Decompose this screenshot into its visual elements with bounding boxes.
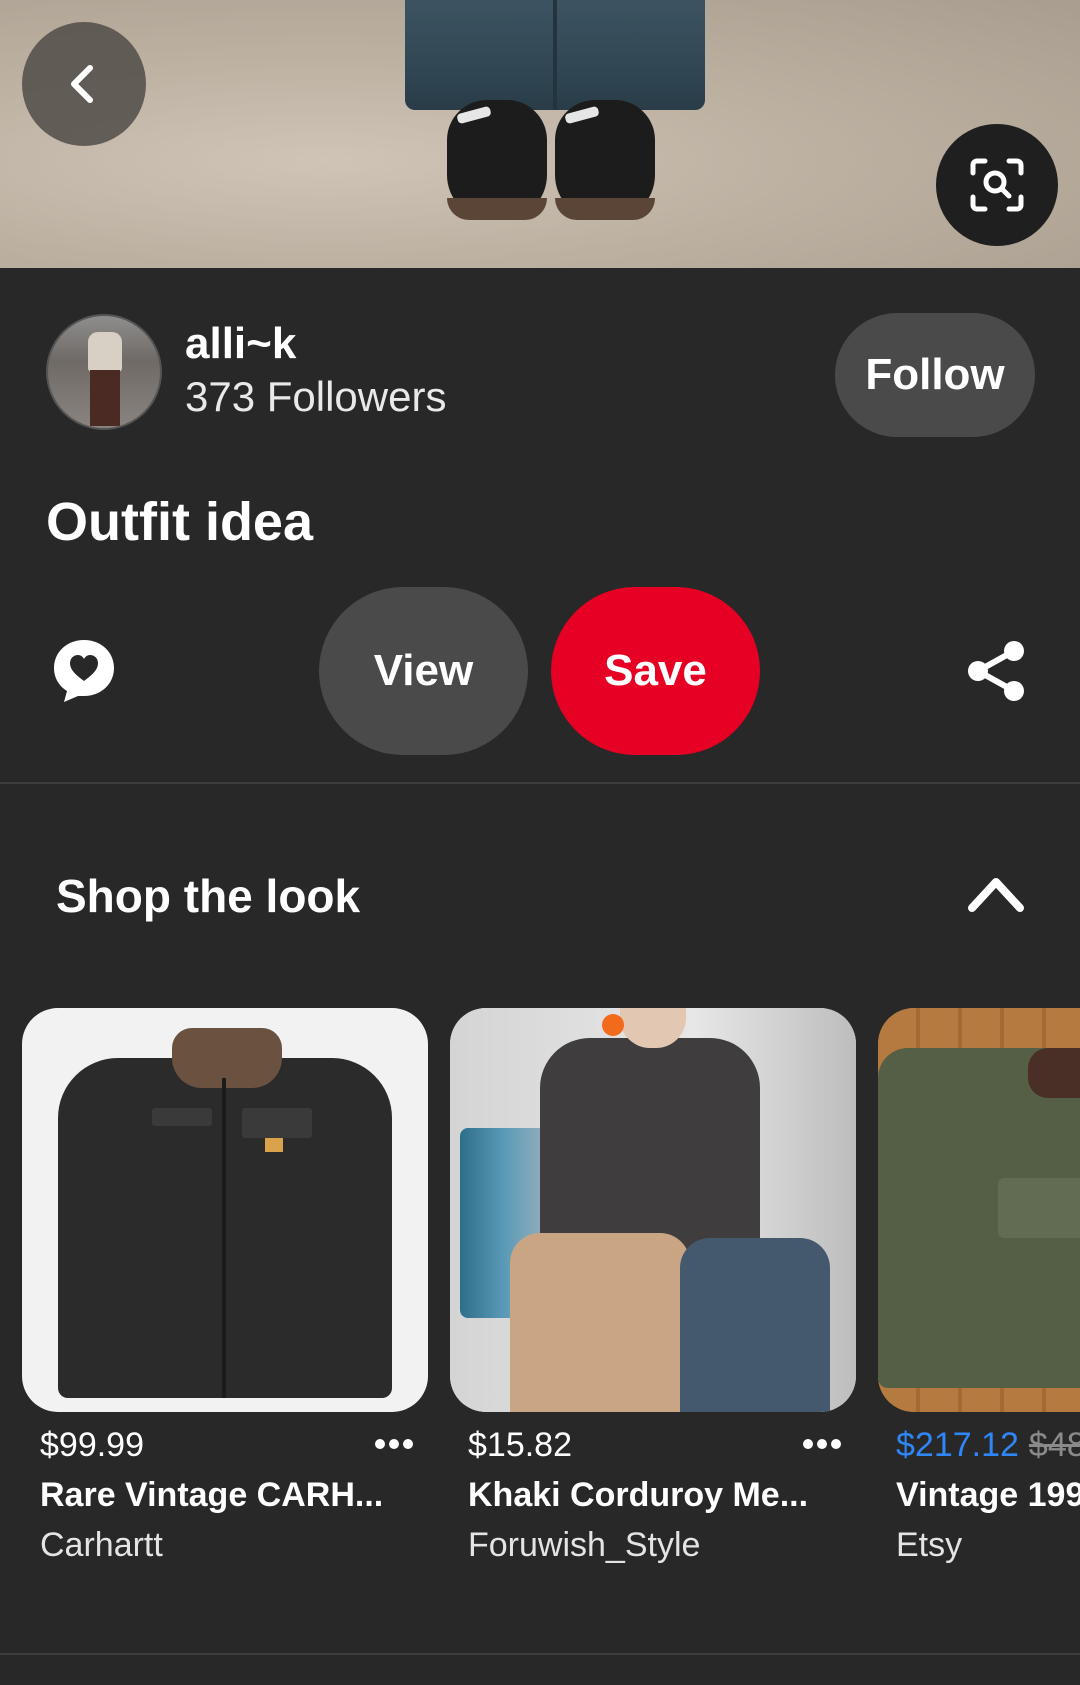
product-price: $99.99 (40, 1426, 144, 1464)
product-seller: Foruwish_Style (468, 1526, 701, 1564)
chevron-up-icon[interactable] (966, 868, 1026, 918)
product-seller: Carhartt (40, 1526, 163, 1564)
pocket-image-detail (998, 1178, 1080, 1238)
avatar[interactable] (46, 314, 162, 430)
product-price-group: $217.12 $48 (896, 1424, 1080, 1466)
chevron-left-icon (71, 65, 93, 103)
back-button[interactable] (22, 22, 146, 146)
pin-image[interactable] (0, 0, 1080, 268)
save-button[interactable]: Save (551, 587, 760, 755)
product-image[interactable] (878, 1008, 1080, 1412)
collar-image-detail (172, 1028, 282, 1088)
right-shoe-image-detail (555, 100, 655, 220)
product-card-clip: $217.12$48 Vintage 1990 Etsy (878, 1008, 1080, 1608)
jeans-image-detail (405, 0, 705, 110)
product-image[interactable] (450, 1008, 856, 1412)
product-card[interactable]: $217.12$48 Vintage 1990 Etsy (878, 1008, 1080, 1564)
divider (0, 782, 1080, 784)
follow-button[interactable]: Follow (835, 313, 1035, 437)
comment-heart-icon[interactable] (52, 638, 116, 704)
sale-price: $217.12 (896, 1426, 1019, 1464)
product-card[interactable]: $99.99 Rare Vintage CARH... Carhartt (22, 1008, 428, 1564)
product-name: Khaki Corduroy Me... (468, 1476, 809, 1514)
product-name: Vintage 1990 (896, 1476, 1080, 1514)
more-dots-icon (375, 1439, 413, 1449)
collar-image-detail (1028, 1048, 1080, 1098)
orange-dot-image-detail (602, 1014, 624, 1036)
follower-count: 373 Followers (185, 373, 447, 420)
left-shoe-image-detail (447, 100, 547, 220)
divider (0, 1653, 1080, 1655)
avatar-figure-pants (90, 370, 120, 426)
pocket-image-detail (242, 1108, 312, 1138)
original-price: $48 (1028, 1426, 1080, 1464)
visual-search-icon (970, 158, 1024, 212)
avatar-figure-top (88, 332, 122, 372)
visual-search-button[interactable] (936, 124, 1058, 246)
share-icon[interactable] (966, 640, 1026, 702)
pin-title: Outfit idea (46, 492, 313, 552)
brand-label-image-detail (265, 1138, 283, 1152)
tan-shirt-image-detail (510, 1233, 690, 1412)
author-name[interactable]: alli~k (185, 318, 296, 370)
zipper-image-detail (222, 1078, 226, 1398)
product-seller: Etsy (896, 1526, 963, 1564)
more-dots-icon (803, 1439, 841, 1449)
more-options-button[interactable] (800, 1422, 844, 1466)
product-price: $15.82 (468, 1426, 572, 1464)
product-name: Rare Vintage CARH... (40, 1476, 384, 1514)
view-button[interactable]: View (319, 587, 528, 755)
blue-shirt-image-detail (680, 1238, 830, 1412)
more-options-button[interactable] (372, 1422, 416, 1466)
product-image[interactable] (22, 1008, 428, 1412)
shop-the-look-title: Shop the look (56, 870, 361, 922)
pocket-image-detail (152, 1108, 212, 1126)
product-card[interactable]: $15.82 Khaki Corduroy Me... Foruwish_Sty… (450, 1008, 856, 1564)
